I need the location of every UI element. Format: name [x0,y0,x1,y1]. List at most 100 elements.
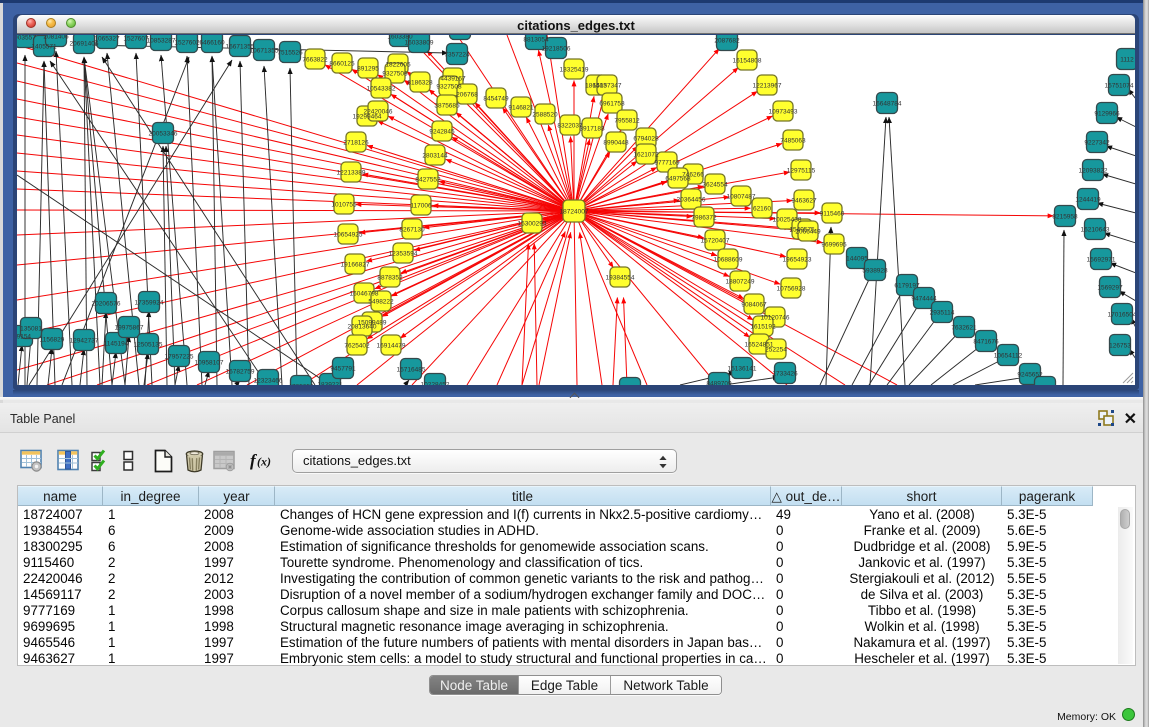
svg-text:8990448: 8990448 [603,140,629,147]
svg-text:1839221: 1839221 [317,382,343,386]
svg-text:20206576: 20206576 [92,301,121,308]
svg-text:10807487: 10807487 [727,194,756,201]
svg-text:9084067: 9084067 [741,302,767,309]
svg-text:10654925: 10654925 [334,232,363,239]
svg-text:8186328: 8186328 [407,80,433,87]
svg-text:16046798: 16046798 [350,291,379,298]
svg-text:6179197: 6179197 [894,283,920,290]
svg-text:39154: 39154 [17,334,31,341]
svg-text:2718126: 2718126 [343,140,369,147]
svg-text:10543382: 10543382 [367,86,396,93]
svg-text:10654112: 10654112 [994,353,1023,360]
svg-text:2588520: 2588520 [532,112,558,119]
svg-text:9777169: 9777169 [654,160,680,167]
svg-text:1569297: 1569297 [1097,285,1123,292]
svg-text:8454749: 8454749 [483,96,509,103]
svg-text:1244419: 1244419 [1075,197,1101,204]
svg-text:1615192: 1615192 [750,324,776,331]
svg-text:1527607: 1527607 [123,36,149,43]
svg-text:903557: 903557 [17,35,36,42]
svg-text:15716485: 15716485 [397,367,426,374]
svg-text:9327508: 9327508 [436,84,462,91]
svg-text:9699695: 9699695 [821,242,847,249]
svg-text:1156829: 1156829 [40,337,65,344]
svg-text:2087682: 2087682 [714,38,740,45]
svg-text:1145194: 1145194 [104,341,129,348]
svg-text:19975867: 19975867 [115,325,144,332]
svg-text:135081: 135081 [20,326,42,333]
svg-text:5682115: 5682115 [1033,385,1058,386]
svg-text:9129966: 9129966 [1094,111,1120,118]
svg-text:16914479: 16914479 [377,343,406,350]
svg-text:9115460: 9115460 [820,211,845,218]
svg-text:8471676: 8471676 [973,339,999,346]
svg-text:17957225: 17957225 [165,354,194,361]
svg-text:10973493: 10973493 [769,109,798,116]
svg-text:7663822: 7663822 [302,57,328,64]
svg-text:9242845: 9242845 [429,129,455,136]
svg-text:12213389: 12213389 [337,170,366,177]
svg-text:10025438: 10025438 [773,217,802,224]
svg-text:8267130: 8267130 [399,227,425,234]
svg-text:6497568: 6497568 [665,176,691,183]
svg-text:15136141: 15136141 [728,366,757,373]
svg-text:6466160: 6466160 [199,40,225,47]
svg-text:126753: 126753 [1109,343,1131,350]
svg-text:20053346: 20053346 [149,131,178,138]
svg-text:8489709: 8489709 [706,381,732,386]
svg-text:10756928: 10756928 [777,286,806,293]
svg-text:5938928: 5938928 [862,268,888,275]
svg-text:9474444: 9474444 [911,296,937,303]
svg-text:9463627: 9463627 [791,198,817,205]
svg-text:1822605: 1822605 [385,62,411,69]
svg-text:10853287: 10853287 [147,38,176,45]
svg-text:10120746: 10120746 [761,315,790,322]
svg-text:7625402: 7625402 [344,343,370,350]
svg-text:22420046: 22420046 [364,109,393,116]
svg-text:17359924: 17359924 [135,300,164,307]
svg-text:20813640: 20813640 [348,324,377,331]
svg-text:15720407: 15720407 [701,238,730,245]
svg-text:16033809: 16033809 [405,40,434,47]
svg-text:18724007: 18724007 [560,209,589,216]
svg-text:7986372: 7986372 [691,215,717,222]
svg-text:10671355: 10671355 [250,48,279,55]
svg-text:13325419: 13325419 [560,67,589,74]
svg-text:12975115: 12975115 [787,168,816,175]
svg-text:8813054: 8813054 [523,37,549,44]
svg-text:12093822: 12093822 [1079,168,1108,175]
svg-text:16648784: 16648784 [873,101,902,108]
svg-text:15692971: 15692971 [1087,257,1116,264]
svg-text:9327506: 9327506 [382,71,408,78]
svg-text:10228452: 10228452 [421,382,450,386]
svg-text:8878352: 8878352 [377,275,403,282]
svg-text:12942737: 12942737 [70,338,99,345]
svg-text:2935114: 2935114 [930,310,955,317]
svg-text:3875685: 3875685 [434,103,460,110]
svg-text:12505135: 12505135 [134,342,163,349]
svg-text:19384554: 19384554 [606,275,635,282]
svg-text:9245652: 9245652 [1017,372,1043,379]
svg-text:9457791: 9457791 [330,366,356,373]
svg-text:4439167: 4439167 [440,76,466,83]
svg-text:6794028: 6794028 [633,136,659,143]
svg-text:206768: 206768 [456,92,478,99]
svg-text:19218506: 19218506 [542,46,571,53]
svg-text:18807249: 18807249 [726,279,755,286]
svg-text:2081406: 2081406 [43,35,69,41]
svg-text:6961758: 6961758 [599,101,625,108]
svg-text:8427552: 8427552 [415,177,441,184]
svg-text:1065327: 1065327 [94,36,120,43]
svg-text:16782759: 16782759 [226,369,255,376]
svg-text:3624554: 3624554 [702,182,728,189]
svg-text:17016504: 17016504 [1108,312,1135,319]
svg-text:7632621: 7632621 [951,325,977,332]
svg-text:7485063: 7485063 [780,138,806,145]
svg-text:1112: 1112 [1120,57,1134,64]
svg-text:15300293: 15300293 [518,221,547,228]
svg-text:7357224: 7357224 [444,52,470,59]
svg-text:9227342: 9227342 [1084,140,1110,147]
svg-text:1405571: 1405571 [31,44,57,51]
svg-text:1621072: 1621072 [633,152,659,159]
svg-text:1010755: 1010755 [331,202,357,209]
